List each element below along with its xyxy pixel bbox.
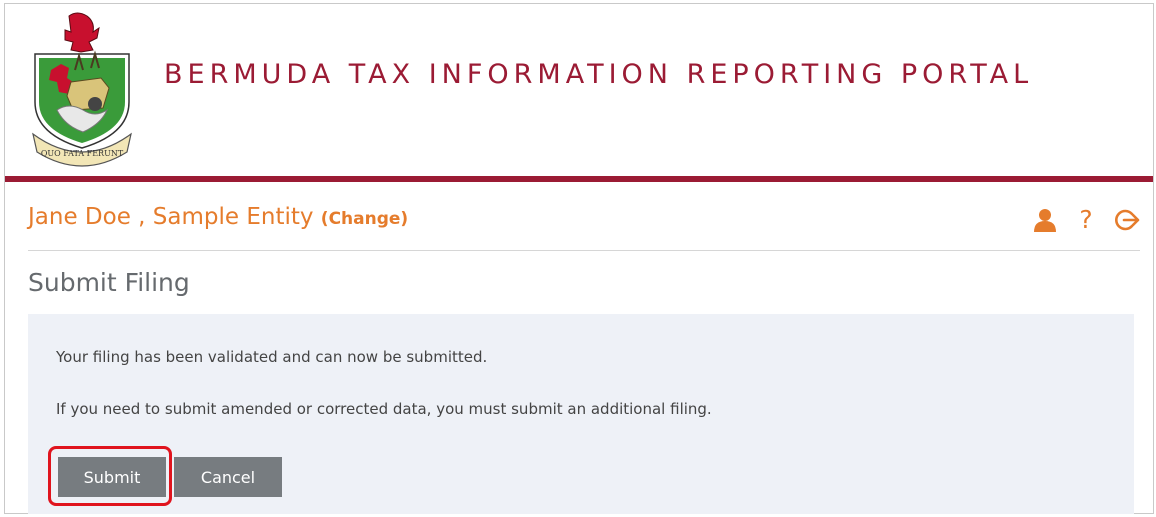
submit-panel: Your filing has been validated and can n…: [28, 314, 1134, 514]
change-entity-link[interactable]: (Change): [321, 209, 408, 229]
submit-button[interactable]: Submit: [58, 457, 166, 497]
header: QUO FATA FERUNT BERMUDA TAX INFORMATION …: [5, 4, 1153, 176]
cancel-button[interactable]: Cancel: [174, 457, 282, 497]
bermuda-crest-logo: QUO FATA FERUNT: [32, 12, 132, 167]
amendment-note: If you need to submit amended or correct…: [56, 400, 712, 418]
portal-title: BERMUDA TAX INFORMATION REPORTING PORTAL: [164, 59, 1034, 90]
user-entity-label: Jane Doe , Sample Entity (Change): [28, 204, 408, 230]
user-bar: Jane Doe , Sample Entity (Change) ?: [28, 200, 1140, 251]
crest-motto: QUO FATA FERUNT: [41, 149, 124, 158]
help-icon[interactable]: ?: [1076, 207, 1096, 233]
validation-message: Your filing has been validated and can n…: [56, 348, 488, 366]
user-icon[interactable]: [1032, 207, 1058, 233]
logout-icon[interactable]: [1114, 207, 1140, 233]
user-entity-text: Jane Doe , Sample Entity: [28, 204, 321, 230]
header-divider: [5, 176, 1153, 182]
page-title: Submit Filing: [28, 268, 190, 297]
user-toolbar: ?: [1032, 206, 1140, 234]
